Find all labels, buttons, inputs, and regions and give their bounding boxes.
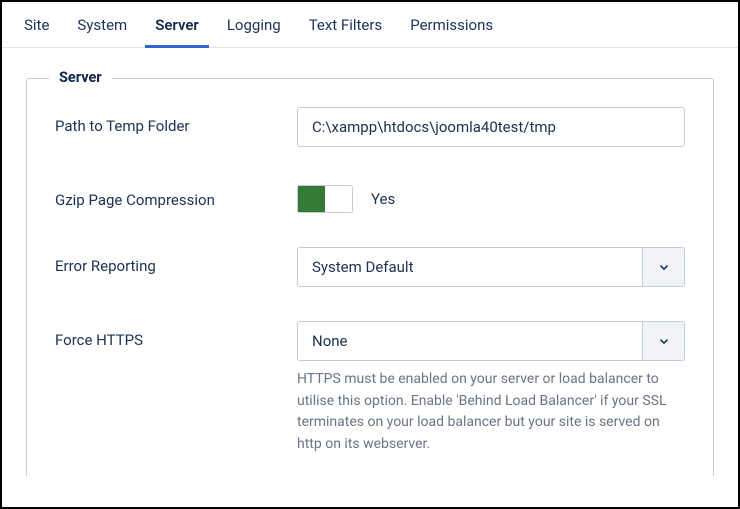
row-gzip: Gzip Page Compression Yes bbox=[55, 181, 685, 213]
label-error-reporting: Error Reporting bbox=[55, 247, 297, 275]
select-error-reporting-value: System Default bbox=[298, 248, 642, 286]
tab-system[interactable]: System bbox=[63, 2, 141, 47]
toggle-off-segment bbox=[325, 186, 352, 212]
toggle-gzip-state: Yes bbox=[371, 190, 395, 208]
label-gzip: Gzip Page Compression bbox=[55, 181, 297, 209]
tab-content: Server Path to Temp Folder Gzip Page Com… bbox=[2, 48, 738, 476]
row-force-https: Force HTTPS None HTTPS must be enabled o… bbox=[55, 321, 685, 456]
settings-panel: Site System Server Logging Text Filters … bbox=[0, 0, 740, 509]
input-tmp-path[interactable] bbox=[297, 107, 685, 147]
select-error-reporting[interactable]: System Default bbox=[297, 247, 685, 287]
tab-text-filters[interactable]: Text Filters bbox=[295, 2, 397, 47]
label-force-https: Force HTTPS bbox=[55, 321, 297, 349]
server-fieldset: Server Path to Temp Folder Gzip Page Com… bbox=[26, 78, 714, 476]
tab-site[interactable]: Site bbox=[10, 2, 63, 47]
tab-permissions[interactable]: Permissions bbox=[396, 2, 507, 47]
fieldset-legend: Server bbox=[49, 69, 112, 86]
select-force-https-value: None bbox=[298, 322, 642, 360]
chevron-down-icon bbox=[642, 322, 684, 360]
tab-server[interactable]: Server bbox=[141, 2, 213, 47]
help-force-https: HTTPS must be enabled on your server or … bbox=[297, 369, 685, 456]
tabs-bar: Site System Server Logging Text Filters … bbox=[2, 2, 738, 48]
toggle-on-segment bbox=[298, 186, 325, 212]
select-force-https[interactable]: None bbox=[297, 321, 685, 361]
chevron-down-icon bbox=[642, 248, 684, 286]
row-tmp-path: Path to Temp Folder bbox=[55, 107, 685, 147]
row-error-reporting: Error Reporting System Default bbox=[55, 247, 685, 287]
tab-logging[interactable]: Logging bbox=[213, 2, 295, 47]
label-tmp-path: Path to Temp Folder bbox=[55, 107, 297, 135]
toggle-gzip[interactable] bbox=[297, 185, 353, 213]
